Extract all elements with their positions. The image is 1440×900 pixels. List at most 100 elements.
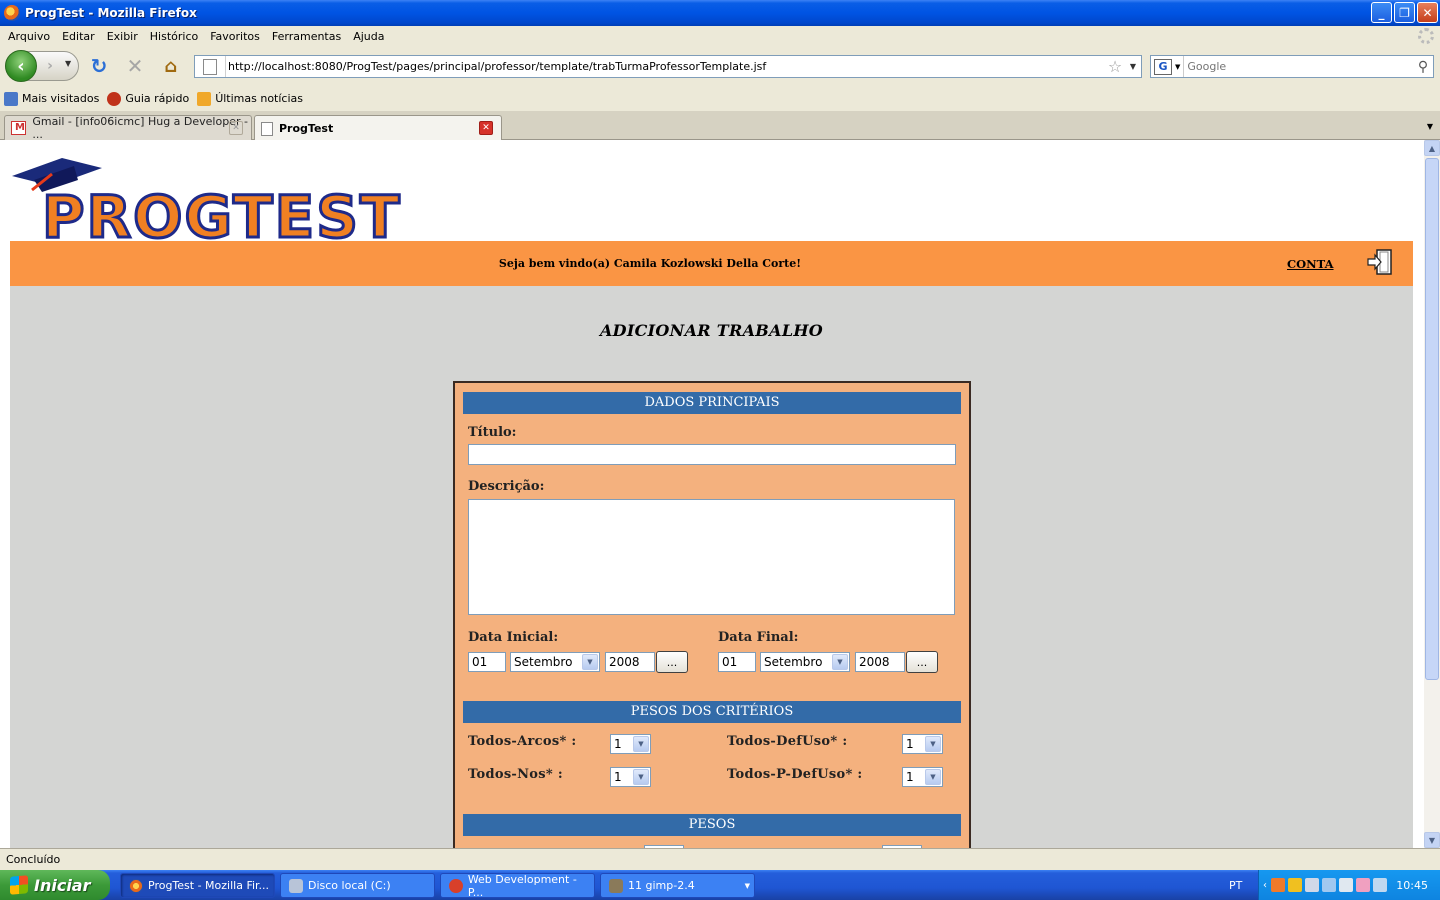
chevron-down-icon[interactable]: ▼ [925, 769, 941, 785]
todos-defuso-label: Todos-DefUso* : [727, 734, 848, 749]
logout-icon[interactable] [1367, 248, 1393, 276]
tray-expand-icon[interactable]: ‹ [1263, 880, 1267, 891]
window-titlebar: ProgTest - Mozilla Firefox _ ❐ ✕ [0, 0, 1440, 26]
history-dropdown-icon[interactable]: ▼ [65, 59, 71, 68]
task-gimp[interactable]: 11 gimp-2.4 ▼ [600, 873, 755, 898]
task-web-development[interactable]: Web Development - P... [440, 873, 595, 899]
reload-button[interactable]: ↻ [88, 54, 110, 78]
search-engine-dropdown-icon[interactable]: ▼ [1175, 63, 1180, 71]
section-weights-header: PESOS [463, 814, 961, 836]
close-tab-icon[interactable]: ✕ [479, 121, 493, 135]
section-main-header: DADOS PRINCIPAIS [463, 392, 961, 414]
task-label: 11 gimp-2.4 [628, 879, 695, 892]
bookmark-guia-rapido[interactable]: Guia rápido [107, 91, 189, 106]
end-month-select[interactable]: Setembro ▼ [760, 652, 850, 672]
bookmark-label: Mais visitados [22, 92, 100, 105]
chevron-down-icon[interactable]: ▼ [745, 882, 750, 890]
welcome-message: Seja bem vindo(a) Camila Kozlowski Della… [498, 257, 802, 270]
close-tab-icon[interactable]: ✕ [229, 121, 243, 135]
scroll-down-icon[interactable]: ▼ [1424, 832, 1440, 848]
bookmark-star-icon[interactable]: ☆ [1105, 57, 1125, 76]
drive-icon [289, 878, 303, 893]
stop-button[interactable]: ✕ [124, 54, 146, 78]
restore-button[interactable]: ❐ [1394, 2, 1415, 23]
close-window-button[interactable]: ✕ [1417, 2, 1438, 23]
minimize-button[interactable]: _ [1371, 2, 1392, 23]
start-month-select[interactable]: Setembro ▼ [510, 652, 600, 672]
descricao-label: Descrição: [468, 479, 545, 494]
chevron-down-icon[interactable]: ▼ [832, 654, 848, 670]
menu-ferramentas[interactable]: Ferramentas [266, 30, 347, 43]
menu-historico[interactable]: Histórico [144, 30, 204, 43]
start-month-value: Setembro [514, 655, 573, 669]
gmail-icon [11, 121, 27, 135]
tab-gmail[interactable]: Gmail - [info06icmc] Hug a Developer - .… [4, 115, 252, 141]
page-icon [261, 121, 273, 136]
todos-arcos-select[interactable]: 1 ▼ [610, 734, 651, 754]
task-disco-local[interactable]: Disco local (C:) [280, 873, 435, 898]
back-button[interactable]: ‹ [5, 50, 37, 82]
start-calendar-button[interactable]: ... [656, 651, 688, 673]
status-text: Concluído [6, 853, 61, 866]
bookmark-ultimas-noticias[interactable]: Últimas notícias [197, 91, 303, 106]
search-input[interactable] [1183, 56, 1413, 77]
task-firefox[interactable]: ProgTest - Mozilla Fir... [120, 873, 275, 898]
chevron-down-icon[interactable]: ▼ [582, 654, 598, 670]
todos-pdefuso-label: Todos-P-DefUso* : [727, 767, 863, 782]
firefox-icon [4, 5, 20, 21]
chevron-down-icon[interactable]: ▼ [633, 769, 649, 785]
scrollbar-thumb[interactable] [1425, 158, 1439, 680]
start-label: Iniciar [34, 875, 91, 895]
chevron-down-icon[interactable]: ▼ [925, 736, 941, 752]
speaker-icon[interactable] [1373, 878, 1387, 892]
titulo-input[interactable] [468, 444, 956, 465]
menu-arquivo[interactable]: Arquivo [2, 30, 56, 43]
url-bar[interactable]: http://localhost:8080/ProgTest/pages/pri… [194, 55, 1142, 78]
monitor-icon[interactable] [1339, 878, 1353, 892]
url-dropdown-icon[interactable]: ▼ [1125, 62, 1141, 71]
end-year-input[interactable]: 2008 [855, 652, 905, 672]
search-icon[interactable]: ⚲ [1413, 59, 1433, 75]
menu-editar[interactable]: Editar [56, 30, 101, 43]
todos-nos-select[interactable]: 1 ▼ [610, 767, 651, 787]
todos-pdefuso-value: 1 [906, 770, 914, 784]
shield-icon[interactable] [1288, 878, 1302, 892]
chevron-down-icon[interactable]: ▼ [633, 736, 649, 752]
vertical-scrollbar[interactable]: ▲ ▼ [1424, 140, 1440, 848]
menu-favoritos[interactable]: Favoritos [204, 30, 266, 43]
tab-progtest[interactable]: ProgTest ✕ [254, 115, 502, 141]
bookmark-mais-visitados[interactable]: Mais visitados [4, 91, 100, 106]
menu-exibir[interactable]: Exibir [101, 30, 144, 43]
menu-ajuda[interactable]: Ajuda [347, 30, 390, 43]
tab-list-dropdown-icon[interactable]: ▼ [1422, 116, 1438, 136]
end-calendar-button[interactable]: ... [906, 651, 938, 673]
folder-icon [4, 91, 18, 106]
start-year-input[interactable]: 2008 [605, 652, 655, 672]
content-area: ADICIONAR TRABALHO DADOS PRINCIPAIS Títu… [10, 286, 1413, 848]
home-button[interactable]: ⌂ [160, 55, 182, 77]
google-icon[interactable]: G [1154, 58, 1172, 75]
browser-icon [449, 878, 463, 893]
scroll-up-icon[interactable]: ▲ [1424, 140, 1440, 156]
tray-icons [1271, 878, 1387, 892]
tab-bar: Gmail - [info06icmc] Hug a Developer - .… [0, 111, 1440, 141]
language-indicator[interactable]: PT [1229, 879, 1242, 892]
network-icon[interactable] [1305, 878, 1319, 892]
start-button[interactable]: Iniciar [0, 870, 110, 900]
todos-pdefuso-select[interactable]: 1 ▼ [902, 767, 943, 787]
section-criteria-header: PESOS DOS CRITÉRIOS [463, 701, 961, 723]
end-day-input[interactable]: 01 [718, 652, 756, 672]
todos-defuso-value: 1 [906, 737, 914, 751]
account-link[interactable]: CONTA [1287, 257, 1334, 271]
url-text[interactable]: http://localhost:8080/ProgTest/pages/pri… [225, 56, 1105, 77]
throbber-icon [1418, 28, 1434, 44]
start-day-input[interactable]: 01 [468, 652, 506, 672]
network-icon[interactable] [1322, 878, 1336, 892]
tray-app-icon[interactable] [1356, 878, 1370, 892]
forward-button[interactable]: › [40, 56, 60, 76]
tray-app-icon[interactable] [1271, 878, 1285, 892]
todos-nos-label: Todos-Nos* : [468, 767, 563, 782]
todos-defuso-select[interactable]: 1 ▼ [902, 734, 943, 754]
descricao-textarea[interactable] [468, 499, 955, 615]
clock: 10:45 [1396, 878, 1428, 892]
